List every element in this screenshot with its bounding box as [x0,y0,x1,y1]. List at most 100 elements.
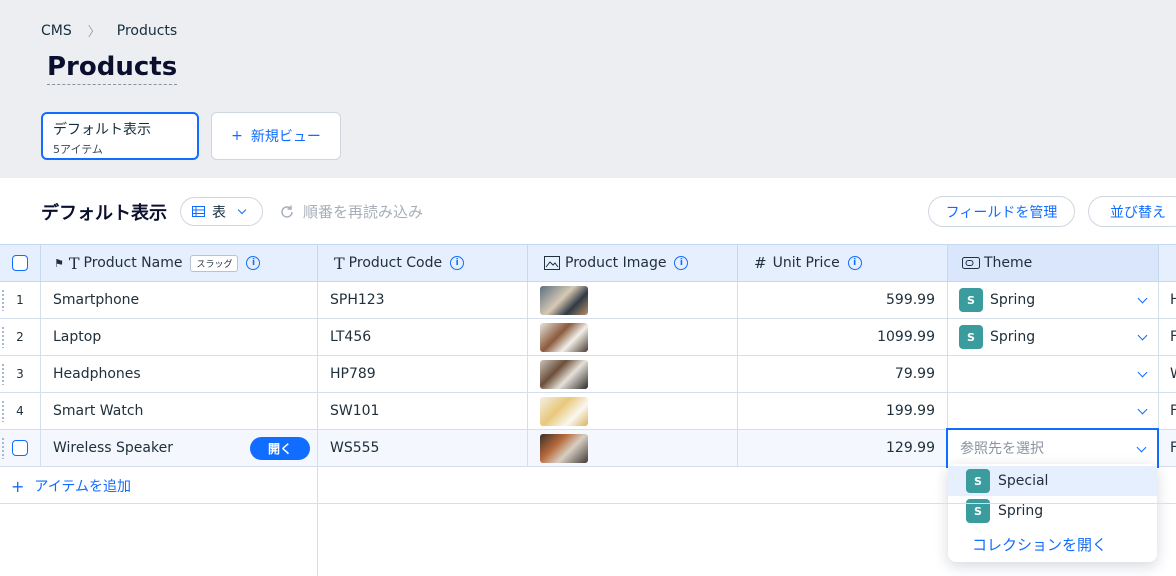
page-title[interactable]: Products [47,52,178,85]
cell-next-column[interactable]: W [1159,356,1176,393]
cell-product-name[interactable]: Headphones [41,356,318,393]
theme-initial-badge: S [959,325,983,349]
next-column-value: W [1170,366,1176,382]
info-icon[interactable]: i [674,256,689,270]
cell-product-code[interactable]: SW101 [318,393,528,430]
reference-icon [962,257,980,269]
plus-icon: + [11,476,25,496]
column-header-next[interactable] [1159,244,1176,282]
slug-badge: スラッグ [190,254,239,272]
cell-unit-price[interactable]: 79.99 [738,356,948,393]
info-icon[interactable]: i [246,256,261,270]
cell-unit-price[interactable]: 199.99 [738,393,948,430]
product-thumbnail[interactable] [540,285,588,315]
next-column-value: F [1170,329,1176,345]
cell-product-name[interactable]: Smartphone [41,282,318,319]
column-theme-label: Theme [984,255,1033,271]
cell-product-code[interactable]: HP789 [318,356,528,393]
sort-button[interactable]: 並び替え [1088,196,1176,227]
new-view-button[interactable]: + 新規ビュー [211,112,341,160]
column-header-code[interactable]: T Product Code i [318,244,528,282]
product-thumbnail[interactable] [540,359,588,389]
breadcrumb: CMS 〉 Products [41,21,177,41]
cell-product-name[interactable]: Wireless Speaker 開く [41,430,318,467]
cell-product-image[interactable] [528,319,738,356]
cell-product-code[interactable]: SPH123 [318,282,528,319]
column-header-price[interactable]: # Unit Price i [738,244,948,282]
product-thumbnail[interactable] [540,433,588,463]
column-code-label: Product Code [348,255,443,271]
product-name: Wireless Speaker [53,440,173,456]
cell-theme[interactable] [948,356,1159,393]
cell-theme[interactable] [948,393,1159,430]
theme-reference-input[interactable]: 参照先を選択 [946,428,1159,468]
breadcrumb-root[interactable]: CMS [41,23,72,39]
view-type-label: 表 [212,204,226,221]
cell-product-image[interactable] [528,356,738,393]
cell-product-image[interactable] [528,282,738,319]
unit-price: 79.99 [894,366,935,382]
row-number: 4 [16,404,24,418]
column-header-name[interactable]: ⚑ T Product Name スラッグ i [41,244,318,282]
select-all-checkbox[interactable] [12,255,28,271]
cell-product-image[interactable] [528,430,738,467]
row-number-cell[interactable]: 2 [0,319,41,356]
row-number: 1 [16,293,24,307]
select-all-header [0,244,41,282]
unit-price: 1099.99 [877,329,935,345]
cell-unit-price[interactable]: 129.99 [738,430,948,467]
cell-next-column[interactable]: F [1159,430,1176,467]
drag-handle-icon[interactable] [1,363,5,385]
product-thumbnail[interactable] [540,322,588,352]
manage-fields-button[interactable]: フィールドを管理 [928,196,1075,227]
row-number-cell[interactable]: 3 [0,356,41,393]
reference-dropdown: S Special S Spring コレクションを開く [948,464,1157,562]
drag-handle-icon[interactable] [1,437,5,459]
row-number-cell[interactable]: 4 [0,393,41,430]
reload-order-button[interactable]: 順番を再読み込み [279,201,423,222]
open-item-button[interactable]: 開く [250,437,310,460]
cell-theme[interactable]: S Spring [948,319,1159,356]
dropdown-option-spring[interactable]: S Spring [948,496,1157,526]
row-number: 3 [16,367,24,381]
chevron-right-icon: 〉 [87,25,101,40]
option-initial-badge: S [966,469,990,493]
cell-unit-price[interactable]: 1099.99 [738,319,948,356]
column-header-theme[interactable]: Theme [948,244,1159,282]
cell-unit-price[interactable]: 599.99 [738,282,948,319]
product-thumbnail[interactable] [540,396,588,426]
product-name: Headphones [53,366,141,382]
product-code: HP789 [330,366,376,382]
add-item-button[interactable]: + アイテムを追加 [11,476,131,496]
cell-next-column[interactable]: F [1159,393,1176,430]
row-number: 2 [16,330,24,344]
view-type-dropdown[interactable]: 表 [180,197,263,226]
row-checkbox[interactable] [12,440,28,456]
column-image-label: Product Image [565,255,667,271]
cell-next-column[interactable]: H [1159,282,1176,319]
row-number-cell[interactable] [0,430,41,467]
dropdown-option-special[interactable]: S Special [948,466,1157,496]
add-item-label: アイテムを追加 [34,479,132,495]
column-name-label: Product Name [83,255,183,271]
cell-theme[interactable]: S Spring [948,282,1159,319]
info-icon[interactable]: i [847,256,862,270]
info-icon[interactable]: i [450,256,465,270]
drag-handle-icon[interactable] [1,400,5,422]
view-card-default[interactable]: デフォルト表示 5アイテム [41,112,199,160]
cell-product-image[interactable] [528,393,738,430]
row-number-cell[interactable]: 1 [0,282,41,319]
cell-product-name[interactable]: Smart Watch [41,393,318,430]
cell-next-column[interactable]: F [1159,319,1176,356]
product-name: Smart Watch [53,403,144,419]
cell-product-code[interactable]: LT456 [318,319,528,356]
column-header-image[interactable]: Product Image i [528,244,738,282]
open-collection-link[interactable]: コレクションを開く [972,534,1107,555]
cell-product-name[interactable]: Laptop [41,319,318,356]
drag-handle-icon[interactable] [1,326,5,348]
cell-product-code[interactable]: WS555 [318,430,528,467]
theme-input-placeholder: 参照先を選択 [960,441,1044,457]
product-code: WS555 [330,440,380,456]
drag-handle-icon[interactable] [1,289,5,311]
plus-icon: + [231,128,243,144]
